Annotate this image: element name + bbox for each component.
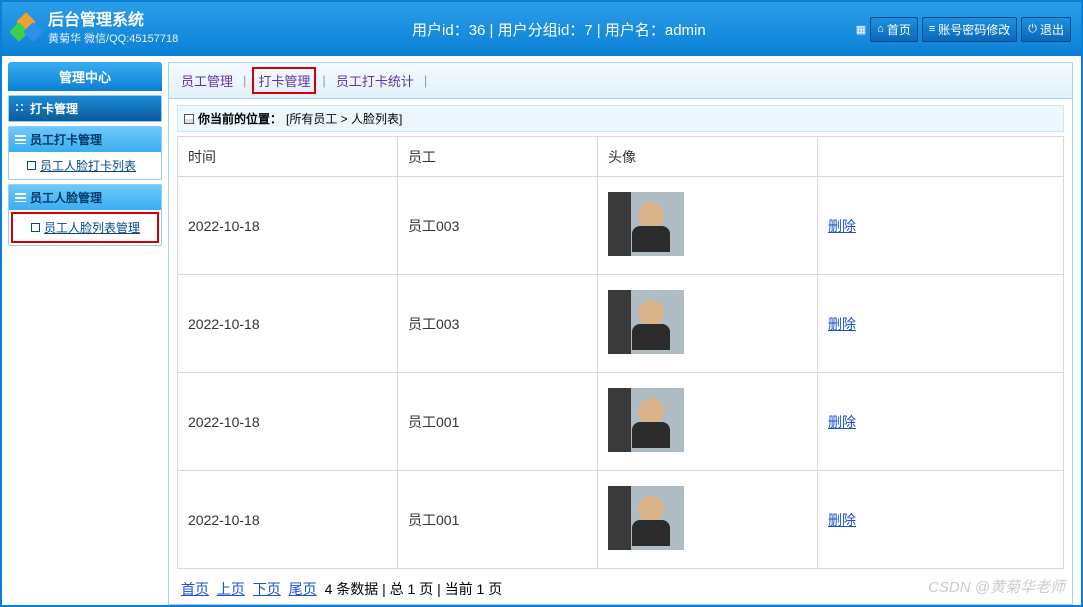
watermark: CSDN @黄菊华老师	[928, 576, 1065, 597]
sidebar-section-emp-clock-label: 员工打卡管理	[30, 131, 102, 148]
logo-block: 后台管理系统 黄菊华 微信/QQ:45157718	[12, 11, 262, 46]
list-icon: ≡	[929, 23, 935, 35]
pager-info: 4 条数据 | 总 1 页 | 当前 1 页	[325, 581, 503, 597]
col-employee: 员工	[398, 137, 598, 177]
tab-stats[interactable]: 员工打卡统计	[332, 69, 418, 92]
cell-avatar	[598, 177, 818, 275]
logout-button[interactable]: ⏻退出	[1021, 17, 1071, 42]
sidebar-item-face-clock-list[interactable]: 员工人脸打卡列表	[9, 152, 161, 179]
avatar-image	[608, 388, 684, 452]
avatar-image	[608, 486, 684, 550]
home-label: 首页	[887, 21, 911, 38]
password-label: 账号密码修改	[938, 21, 1010, 38]
square-icon	[27, 161, 36, 170]
bars-icon	[15, 135, 26, 144]
cell-employee: 员工001	[398, 471, 598, 569]
breadcrumb: 你当前的位置： [所有员工 > 人脸列表]	[177, 105, 1064, 132]
table-row: 2022-10-18员工003 删除	[178, 275, 1064, 373]
table-row: 2022-10-18员工003 删除	[178, 177, 1064, 275]
tab-separator: |	[322, 73, 325, 88]
tab-separator: |	[424, 73, 427, 88]
logo-icon	[12, 15, 40, 43]
cell-action: 删除	[818, 373, 1064, 471]
sidebar-section-emp-face-label: 员工人脸管理	[30, 189, 102, 206]
app-title: 后台管理系统	[48, 11, 178, 32]
sidebar-header: 管理中心	[8, 62, 162, 91]
face-table: 时间 员工 头像 2022-10-18员工003删除2022-10-18员工00…	[177, 136, 1064, 569]
avatar-image	[608, 290, 684, 354]
logout-label: 退出	[1040, 21, 1064, 38]
password-button[interactable]: ≡账号密码修改	[922, 17, 1017, 42]
col-avatar: 头像	[598, 137, 818, 177]
cell-employee: 员工003	[398, 177, 598, 275]
home-icon: ⌂	[877, 23, 884, 35]
cell-employee: 员工001	[398, 373, 598, 471]
sidebar: 管理中心 打卡管理 员工打卡管理 员工人脸打卡列表	[2, 56, 168, 605]
cell-avatar	[598, 373, 818, 471]
table-row: 2022-10-18员工001 删除	[178, 373, 1064, 471]
cell-avatar	[598, 275, 818, 373]
dots-icon	[15, 103, 26, 114]
cell-action: 删除	[818, 471, 1064, 569]
avatar-image	[608, 192, 684, 256]
cell-time: 2022-10-18	[178, 373, 398, 471]
cell-action: 删除	[818, 275, 1064, 373]
breadcrumb-label: 你当前的位置：	[198, 110, 282, 127]
breadcrumb-path: [所有员工 > 人脸列表]	[286, 110, 402, 127]
sidebar-section-clock[interactable]: 打卡管理	[9, 96, 161, 121]
bars-icon	[15, 193, 26, 202]
cell-employee: 员工003	[398, 275, 598, 373]
pager-last[interactable]: 尾页	[289, 581, 317, 597]
cell-action: 删除	[818, 177, 1064, 275]
delete-link[interactable]: 删除	[828, 512, 856, 528]
delete-link[interactable]: 删除	[828, 218, 856, 234]
sidebar-section-clock-label: 打卡管理	[30, 100, 78, 117]
square-icon	[31, 223, 40, 232]
sidebar-section-emp-clock[interactable]: 员工打卡管理	[9, 127, 161, 152]
sidebar-item-face-list-manage-label: 员工人脸列表管理	[44, 219, 140, 236]
header-user-info: 用户id：36 | 用户分组id：7 | 用户名：admin	[262, 19, 856, 40]
sidebar-section-emp-face[interactable]: 员工人脸管理	[9, 185, 161, 210]
pager-first[interactable]: 首页	[181, 581, 209, 597]
cell-time: 2022-10-18	[178, 471, 398, 569]
grid-icon: ▦	[856, 23, 866, 36]
cell-time: 2022-10-18	[178, 177, 398, 275]
sidebar-item-face-clock-list-label: 员工人脸打卡列表	[40, 157, 136, 174]
app-subtitle: 黄菊华 微信/QQ:45157718	[48, 32, 178, 46]
col-action	[818, 137, 1064, 177]
tab-employee[interactable]: 员工管理	[177, 69, 237, 92]
pager-prev[interactable]: 上页	[217, 581, 245, 597]
power-icon: ⏻	[1028, 23, 1037, 36]
sidebar-item-face-list-manage[interactable]: 员工人脸列表管理	[11, 212, 159, 243]
pager-next[interactable]: 下页	[253, 581, 281, 597]
delete-link[interactable]: 删除	[828, 316, 856, 332]
col-time: 时间	[178, 137, 398, 177]
home-button[interactable]: ⌂首页	[870, 17, 918, 42]
page-icon	[184, 114, 194, 124]
tab-clock[interactable]: 打卡管理	[252, 67, 316, 94]
cell-time: 2022-10-18	[178, 275, 398, 373]
delete-link[interactable]: 删除	[828, 414, 856, 430]
tab-separator: |	[243, 73, 246, 88]
tab-bar: 员工管理 | 打卡管理 | 员工打卡统计 |	[168, 62, 1073, 99]
table-row: 2022-10-18员工001 删除	[178, 471, 1064, 569]
cell-avatar	[598, 471, 818, 569]
titlebar: 后台管理系统 黄菊华 微信/QQ:45157718 用户id：36 | 用户分组…	[2, 2, 1081, 56]
